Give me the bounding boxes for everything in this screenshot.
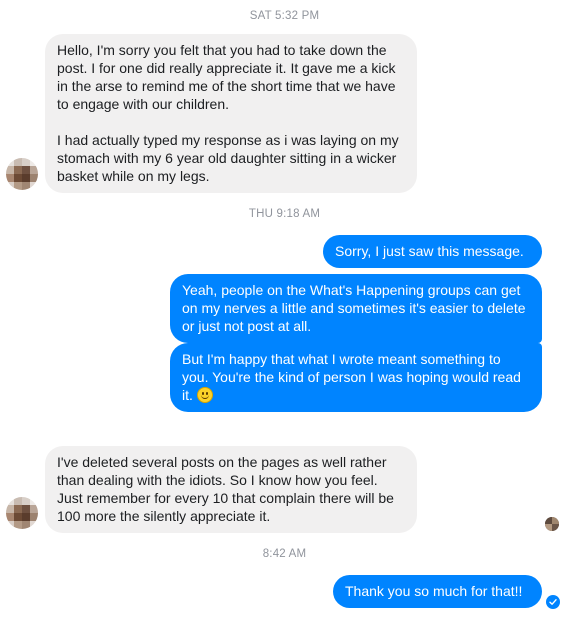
seen-avatar-icon	[545, 517, 559, 531]
outgoing-message[interactable]: Thank you so much for that!!	[333, 575, 542, 608]
timestamp-today: 8:42 AM	[262, 548, 307, 560]
message-text: Yeah, people on the What's Happening gro…	[182, 282, 526, 334]
message-paragraph: Hello, I'm sorry you felt that you had t…	[57, 42, 396, 112]
message-text-content: But I'm happy that what I wrote meant so…	[182, 351, 521, 403]
incoming-message[interactable]: I've deleted several posts on the pages …	[45, 446, 417, 533]
outgoing-message[interactable]: Yeah, people on the What's Happening gro…	[170, 274, 542, 343]
smiley-emoji-icon	[196, 387, 213, 403]
incoming-message[interactable]: Hello, I'm sorry you felt that you had t…	[45, 34, 417, 193]
message-text: Thank you so much for that!!	[345, 583, 523, 599]
message-text: I've deleted several posts on the pages …	[57, 454, 394, 524]
timestamp-thu: THU 9:18 AM	[248, 208, 321, 220]
outgoing-message[interactable]: But I'm happy that what I wrote meant so…	[170, 343, 542, 412]
outgoing-message[interactable]: Sorry, I just saw this message.	[323, 235, 542, 268]
delivered-check-icon	[546, 595, 560, 609]
contact-avatar[interactable]	[6, 158, 38, 190]
message-text: Sorry, I just saw this message.	[335, 243, 524, 259]
message-paragraph: I had actually typed my response as i wa…	[57, 132, 399, 184]
message-text: But I'm happy that what I wrote meant so…	[182, 350, 530, 404]
timestamp-sat: SAT 5:32 PM	[249, 10, 320, 22]
contact-avatar[interactable]	[6, 497, 38, 529]
